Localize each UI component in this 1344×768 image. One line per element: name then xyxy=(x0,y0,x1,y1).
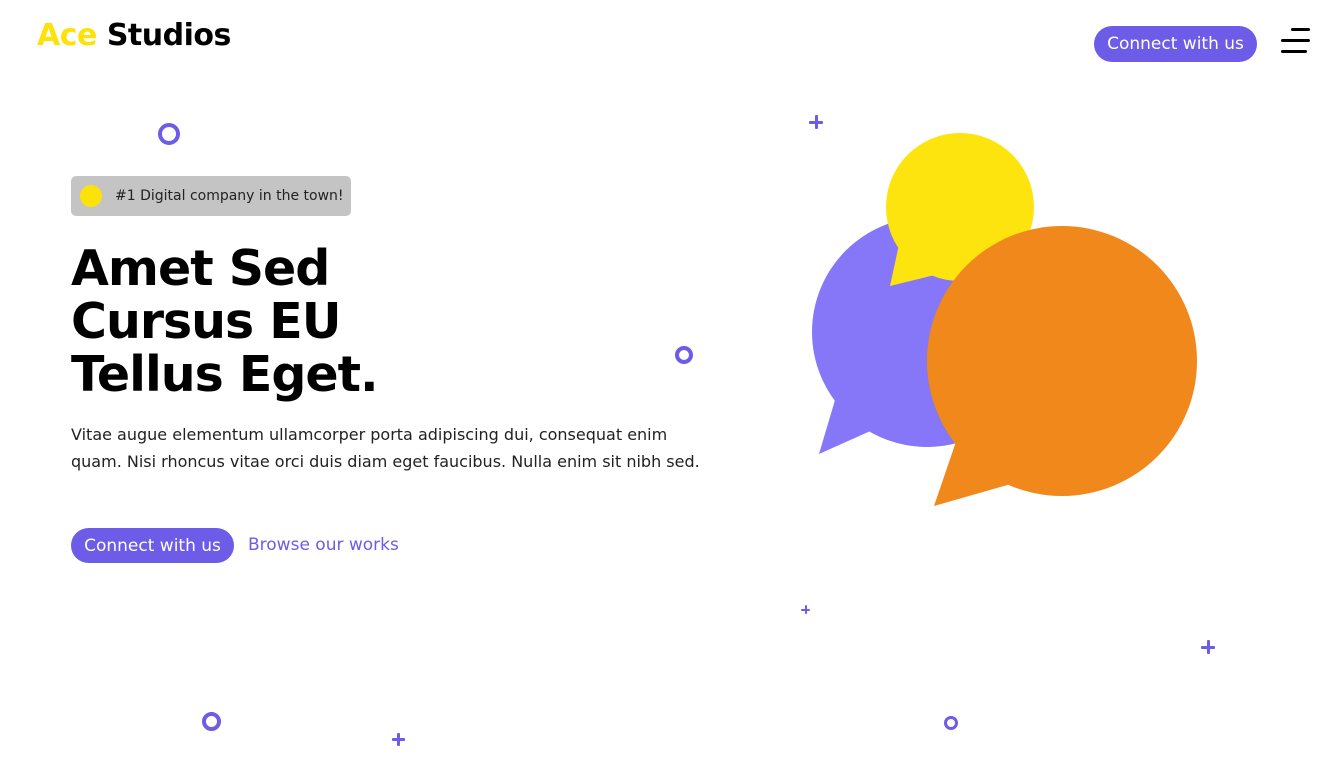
decor-plus-icon xyxy=(392,733,405,746)
hamburger-menu-icon[interactable] xyxy=(1278,28,1312,58)
hero-title-line: Tellus Eget. xyxy=(71,346,379,403)
hero-description: Vitae augue elementum ullamcorper porta … xyxy=(71,425,700,471)
logo-accent-text: Ace xyxy=(37,18,97,53)
hero-title-line: Cursus EU xyxy=(71,293,342,350)
header-connect-button[interactable]: Connect with us xyxy=(1094,26,1257,62)
hero-connect-button[interactable]: Connect with us xyxy=(71,528,234,563)
decor-ring-icon xyxy=(944,716,958,730)
orange-chat-bubble xyxy=(927,226,1197,506)
decor-ring-icon xyxy=(202,712,221,731)
hero-title: Amet Sed Cursus EU Tellus Eget. xyxy=(71,240,379,403)
decor-plus-icon xyxy=(1201,640,1215,654)
hero-title-line: Amet Sed xyxy=(71,240,330,297)
browse-works-link[interactable]: Browse our works xyxy=(248,532,399,558)
menu-line-bottom xyxy=(1281,50,1307,53)
hero-badge: #1 Digital company in the town! xyxy=(71,176,351,216)
menu-line-middle xyxy=(1281,39,1310,42)
logo-text: Studios xyxy=(106,18,232,53)
decor-ring-icon xyxy=(675,346,693,364)
decor-ring-icon xyxy=(158,123,180,145)
decor-plus-icon xyxy=(801,605,810,614)
badge-dot-icon xyxy=(80,185,102,207)
menu-line-top xyxy=(1291,28,1310,31)
badge-text: #1 Digital company in the town! xyxy=(115,188,344,204)
site-logo[interactable]: Ace Studios xyxy=(37,16,231,56)
chat-bubbles-icon xyxy=(812,133,1197,506)
